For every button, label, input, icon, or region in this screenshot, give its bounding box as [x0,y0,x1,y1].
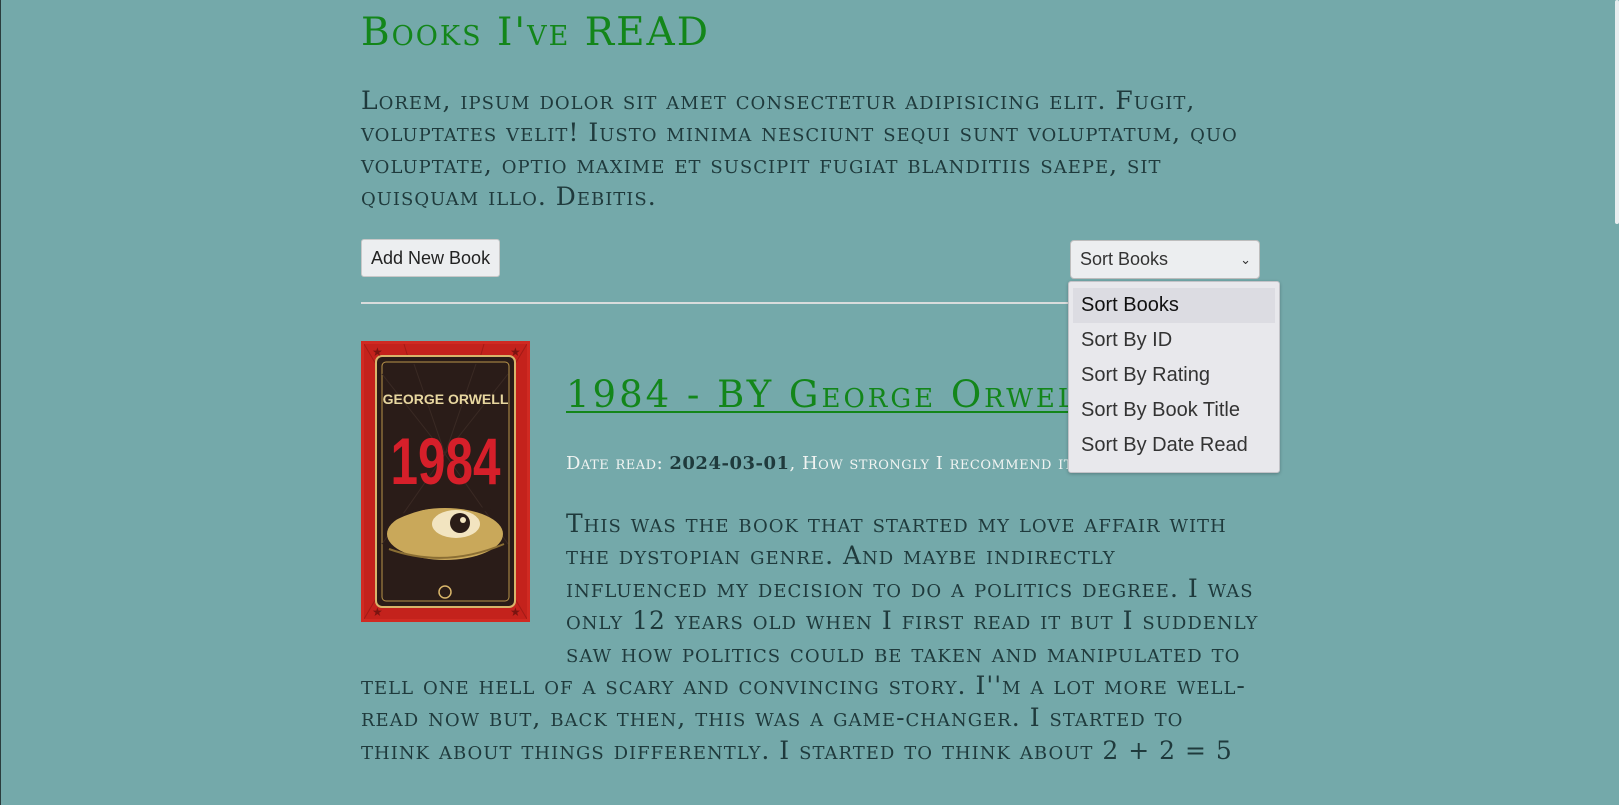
svg-text:★: ★ [372,345,383,359]
sort-books-select[interactable]: Sort Books ⌄ [1070,240,1260,279]
cover-author-text: GEORGE ORWELL [383,391,509,407]
cover-title-text: 1984 [391,424,501,498]
sort-option-by-date-read[interactable]: Sort By Date Read [1073,428,1275,463]
date-read-value: 2024-03-01 [669,453,790,474]
sort-option-by-id[interactable]: Sort By ID [1073,323,1275,358]
sort-option-by-rating[interactable]: Sort By Rating [1073,358,1275,393]
sort-dropdown-menu[interactable]: Sort Books Sort By ID Sort By Rating Sor… [1068,281,1280,473]
sort-option-sort-books[interactable]: Sort Books [1073,288,1275,323]
recommend-label: , How strongly I recommend it: [789,453,1080,474]
sort-select-value: Sort Books [1080,249,1169,269]
add-new-book-button[interactable]: Add New Book [361,239,501,277]
sort-option-by-title[interactable]: Sort By Book Title [1073,393,1275,428]
intro-paragraph: Lorem, ipsum dolor sit amet consectetur … [361,86,1238,211]
book-meta: Date read: 2024-03-01, How strongly I re… [566,453,1080,474]
cover-wrap-spacer [361,508,566,670]
page-title: Books I've READ [361,10,710,55]
book-title-link[interactable]: 1984 - BY George Orwell [566,373,1098,416]
svg-text:★: ★ [510,345,521,359]
scrollbar-thumb[interactable] [1615,0,1619,224]
date-read-label: Date read: [566,453,670,474]
book-review: This was the book that started my love a… [361,508,1261,767]
chevron-down-icon: ⌄ [1240,252,1251,267]
window-left-border [0,0,1,805]
